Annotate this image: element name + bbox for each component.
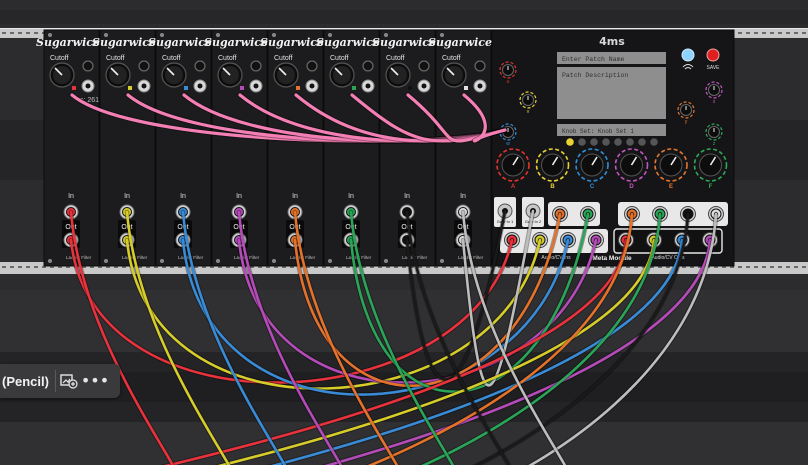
knob-set-selector[interactable] (626, 138, 634, 146)
patch-name-placeholder: Enter Patch Name (562, 56, 625, 63)
in-label: In (124, 193, 130, 200)
tool-toolbar: (Pencil) ••• (0, 364, 120, 398)
cutoff-led (184, 86, 188, 90)
resonance-knob[interactable] (306, 60, 318, 72)
small-knob-label: u (507, 79, 510, 85)
cutoff-led (352, 86, 356, 90)
cutoff-led (464, 86, 468, 90)
in-label: In (180, 193, 186, 200)
in-label: In (68, 193, 74, 200)
tool-label[interactable]: (Pencil) (0, 374, 55, 389)
knob-set-selector[interactable] (566, 138, 574, 146)
cutoff-led (128, 86, 132, 90)
more-icon[interactable]: ••• (81, 368, 109, 394)
ladder-filter-module: SugarwiceCutoffInOutLadder Filter (316, 29, 380, 267)
knob-label: E (669, 184, 673, 190)
in-label: In (348, 193, 354, 200)
small-knob-label: w (506, 141, 510, 147)
brand-logo: Sugarwice (92, 36, 156, 49)
save-label: SAVE (707, 65, 721, 71)
cutoff-label: Cutoff (162, 55, 181, 62)
knob-set-selector[interactable] (614, 138, 622, 146)
knob-set-label: Knob Set: Knob Set 1 (562, 128, 634, 135)
4ms-logo: 4ms (599, 35, 625, 48)
rack-canvas[interactable]: SugarwiceCutoffc: 261.63 HzInOutLadder F… (0, 0, 808, 465)
resonance-knob[interactable] (474, 60, 486, 72)
ladder-filter-module: SugarwiceCutoffInOutLadder Filter (148, 29, 212, 267)
cutoff-led (296, 86, 300, 90)
knob-label: D (629, 184, 634, 190)
knob-set-selector[interactable] (578, 138, 586, 146)
knob-label: F (709, 184, 713, 190)
knob-set-selector[interactable] (602, 138, 610, 146)
in-label: In (404, 193, 410, 200)
knob-set-selector[interactable] (590, 138, 598, 146)
in-label: In (460, 193, 466, 200)
add-to-library-icon[interactable] (56, 368, 82, 394)
cutoff-label: Cutoff (50, 55, 69, 62)
cutoff-led (240, 86, 244, 90)
ladder-filter-modules: SugarwiceCutoffc: 261.63 HzInOutLadder F… (36, 29, 492, 267)
wifi-led (681, 48, 695, 62)
brand-logo: Sugarwice (428, 36, 492, 49)
knob-label: B (550, 184, 555, 190)
in-label: In (236, 193, 242, 200)
cutoff-label: Cutoff (386, 55, 405, 62)
patch-description-placeholder: Patch Description (562, 72, 628, 79)
brand-logo: Sugarwice (260, 36, 324, 49)
brand-logo: Sugarwice (316, 36, 380, 49)
cutoff-label: Cutoff (218, 55, 237, 62)
cutoff-label: Cutoff (274, 55, 293, 62)
cutoff-led (408, 86, 412, 90)
ladder-filter-module: SugarwiceCutoffInOutLadder Filter (260, 29, 324, 267)
ladder-filter-module: SugarwiceCutoffInOutLadder Filter (428, 29, 492, 267)
knob-set-selector[interactable] (638, 138, 646, 146)
cutoff-led (72, 86, 76, 90)
knob-label: C (590, 184, 595, 190)
brand-logo: Sugarwice (204, 36, 268, 49)
resonance-knob[interactable] (418, 60, 430, 72)
knob-set-selector[interactable] (650, 138, 658, 146)
resonance-knob[interactable] (250, 60, 262, 72)
ladder-filter-module: SugarwiceCutoffInOutLadder Filter (372, 29, 436, 267)
cutoff-label: Cutoff (442, 55, 461, 62)
brand-logo: Sugarwice (36, 36, 100, 49)
knob-label: A (511, 184, 516, 190)
resonance-knob[interactable] (138, 60, 150, 72)
resonance-knob[interactable] (362, 60, 374, 72)
resonance-knob[interactable] (82, 60, 94, 72)
resonance-knob[interactable] (194, 60, 206, 72)
in-label: In (292, 193, 298, 200)
cutoff-label: Cutoff (330, 55, 349, 62)
brand-logo: Sugarwice (148, 36, 212, 49)
cutoff-label: Cutoff (106, 55, 125, 62)
ladder-filter-module: SugarwiceCutoffInOutLadder Filter (204, 29, 268, 267)
brand-logo: Sugarwice (372, 36, 436, 49)
ladder-filter-module: SugarwiceCutoffInOutLadder Filter (92, 29, 156, 267)
save-button[interactable] (706, 48, 720, 62)
